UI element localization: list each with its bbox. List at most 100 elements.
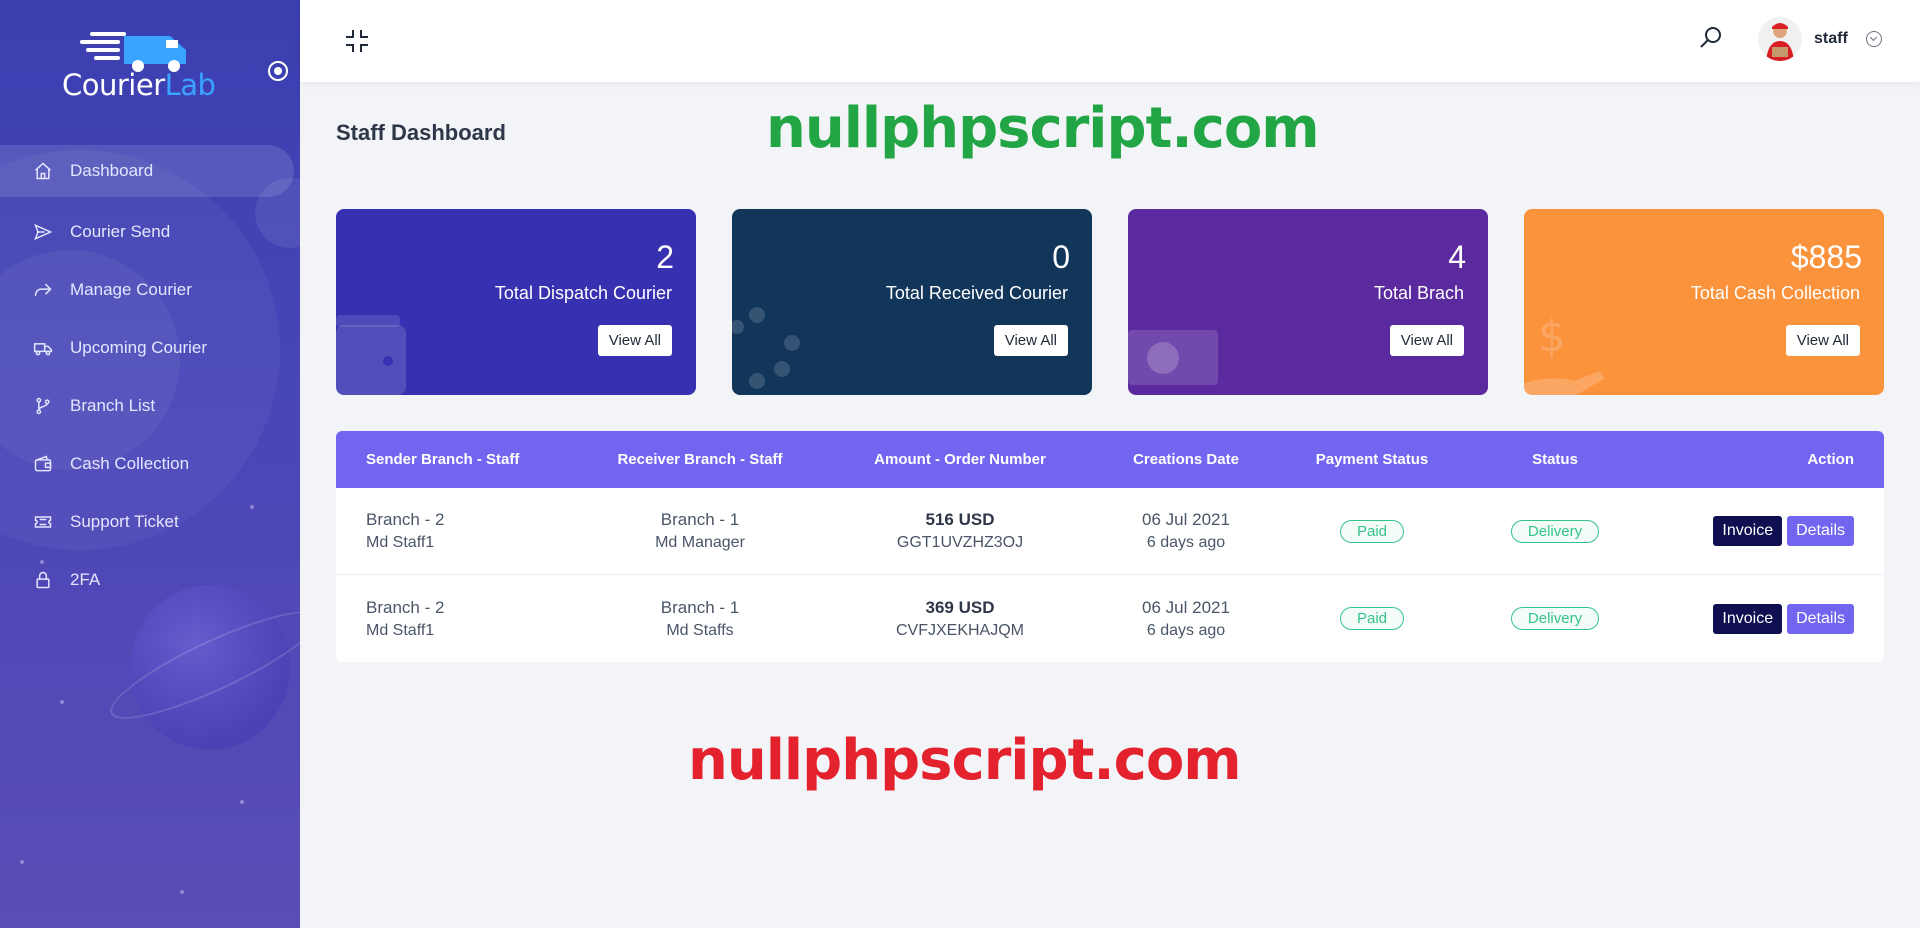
status-cell: Delivery — [1468, 519, 1642, 543]
column-header: Status — [1532, 451, 1578, 468]
brand-name: CourierLab — [62, 68, 216, 102]
receiver-staff: Md Staffs — [666, 621, 734, 639]
user-name[interactable]: staff — [1814, 30, 1848, 48]
table-row: Branch - 2 Md Staff1 Branch - 1 Md Manag… — [336, 488, 1884, 575]
watermark-text: nullphpscript.com — [688, 728, 1242, 793]
sender-cell: Branch - 2 Md Staff1 — [336, 598, 576, 640]
relative-time: 6 days ago — [1146, 534, 1226, 551]
amount: 516 USD — [925, 510, 995, 529]
payment-status-badge: Paid — [1339, 607, 1405, 630]
sidebar-item-upcoming-courier[interactable]: Upcoming Courier — [0, 319, 300, 377]
stat-label: Total Cash Collection — [1690, 283, 1860, 303]
search-icon[interactable] — [1698, 25, 1724, 51]
star-decoration — [60, 700, 64, 704]
column-header: Sender Branch - Staff — [366, 451, 520, 468]
table-header: Sender Branch - Staff Receiver Branch - … — [336, 431, 1884, 488]
stat-label: Total Brach — [1373, 283, 1464, 303]
payment-cell: Paid — [1276, 519, 1468, 543]
stat-label: Total Dispatch Courier — [494, 283, 672, 303]
view-all-button[interactable]: View All — [597, 325, 672, 356]
order-number: GGT1UVZHZ3OJ — [896, 534, 1024, 551]
sender-cell: Branch - 2 Md Staff1 — [336, 510, 576, 552]
send-icon — [32, 221, 54, 243]
sidebar-item-label: Branch List — [70, 396, 156, 415]
action-cell: Invoice Details — [1642, 603, 1884, 634]
stat-card-branch: 4 Total Brach View All — [1128, 209, 1488, 395]
date-cell: 06 Jul 2021 6 days ago — [1096, 598, 1276, 640]
sender-branch: Branch - 2 — [366, 597, 445, 617]
sidebar-item-label: Dashboard — [70, 161, 154, 180]
sidebar-item-label: Support Ticket — [70, 512, 179, 531]
money-bill-icon — [1128, 330, 1218, 385]
sender-staff: Md Staff1 — [366, 621, 435, 639]
star-decoration — [240, 800, 244, 804]
order-number: CVFJXEKHAJQM — [895, 621, 1024, 639]
sidebar-item-cash-collection[interactable]: Cash Collection — [0, 435, 300, 493]
sidebar-nav: Dashboard Courier Send Manage Courier Up… — [0, 145, 300, 609]
brand-logo[interactable]: CourierLab — [60, 22, 220, 102]
sidebar-item-2fa[interactable]: 2FA — [0, 551, 300, 609]
courier-table: Sender Branch - Staff Receiver Branch - … — [336, 431, 1884, 662]
status-cell: Delivery — [1468, 607, 1642, 630]
sidebar-item-label: Courier Send — [70, 222, 171, 241]
sidebar-item-label: Cash Collection — [70, 454, 190, 473]
date-cell: 06 Jul 2021 6 days ago — [1096, 510, 1276, 552]
avatar[interactable] — [1758, 17, 1802, 61]
chevron-down-icon[interactable] — [1866, 31, 1882, 47]
amount: 369 USD — [925, 597, 995, 617]
sidebar-item-courier-send[interactable]: Courier Send — [0, 203, 300, 261]
invoice-button[interactable]: Invoice — [1713, 516, 1783, 546]
ticket-icon — [32, 511, 54, 533]
sender-staff: Md Staff1 — [366, 534, 435, 551]
sidebar-item-manage-courier[interactable]: Manage Courier — [0, 261, 300, 319]
dollar-hand-icon: $ — [1524, 311, 1604, 395]
receiver-staff: Md Manager — [655, 534, 745, 551]
top-header: staff — [300, 0, 1920, 82]
brand-name-part: Lab — [164, 68, 216, 102]
sidebar-item-support-ticket[interactable]: Support Ticket — [0, 493, 300, 551]
share-arrow-icon — [32, 279, 54, 301]
sidebar-item-branch-list[interactable]: Branch List — [0, 377, 300, 435]
column-header: Payment Status — [1315, 451, 1429, 468]
sidebar: CourierLab Dashboard Courier Send Manage… — [0, 0, 300, 928]
spinner-icon — [732, 307, 800, 389]
creation-date: 06 Jul 2021 — [1142, 597, 1230, 617]
amount-cell: 369 USD CVFJXEKHAJQM — [824, 598, 1096, 640]
payment-cell: Paid — [1276, 607, 1468, 630]
view-all-button[interactable]: View All — [1785, 325, 1860, 356]
star-decoration — [20, 860, 24, 864]
truck-icon — [32, 337, 54, 359]
view-all-button[interactable]: View All — [1389, 325, 1464, 356]
invoice-button[interactable]: Invoice — [1713, 603, 1783, 634]
stat-value: 4 — [1448, 239, 1466, 275]
home-icon — [32, 160, 54, 182]
column-header: Creations Date — [1133, 451, 1239, 468]
svg-text:$: $ — [1538, 311, 1566, 362]
wallet-icon — [32, 453, 54, 475]
status-badge: Delivery — [1510, 607, 1600, 630]
wallet-icon — [336, 315, 406, 395]
branch-icon — [32, 395, 54, 417]
details-button[interactable]: Details — [1787, 603, 1854, 634]
receiver-branch: Branch - 1 — [660, 510, 740, 529]
column-header: Receiver Branch - Staff — [617, 451, 783, 468]
stat-label: Total Received Courier — [885, 283, 1068, 303]
stat-value: $885 — [1790, 239, 1862, 275]
details-button[interactable]: Details — [1787, 516, 1854, 546]
brand-name-part: Courier — [62, 68, 165, 102]
creation-date: 06 Jul 2021 — [1142, 510, 1230, 529]
view-all-button[interactable]: View All — [993, 325, 1068, 356]
sidebar-toggle-button[interactable] — [268, 61, 288, 81]
stat-value: 2 — [656, 239, 674, 275]
relative-time: 6 days ago — [1146, 621, 1226, 639]
sidebar-item-label: Manage Courier — [70, 280, 192, 299]
star-decoration — [180, 890, 184, 894]
exit-fullscreen-icon[interactable] — [344, 28, 370, 54]
receiver-cell: Branch - 1 Md Manager — [576, 510, 824, 552]
table-row: Branch - 2 Md Staff1 Branch - 1 Md Staff… — [336, 575, 1884, 662]
sender-branch: Branch - 2 — [366, 510, 445, 529]
lock-icon — [32, 569, 54, 591]
payment-status-badge: Paid — [1339, 519, 1405, 543]
sidebar-item-dashboard[interactable]: Dashboard — [0, 145, 294, 197]
stat-value: 0 — [1052, 239, 1070, 275]
